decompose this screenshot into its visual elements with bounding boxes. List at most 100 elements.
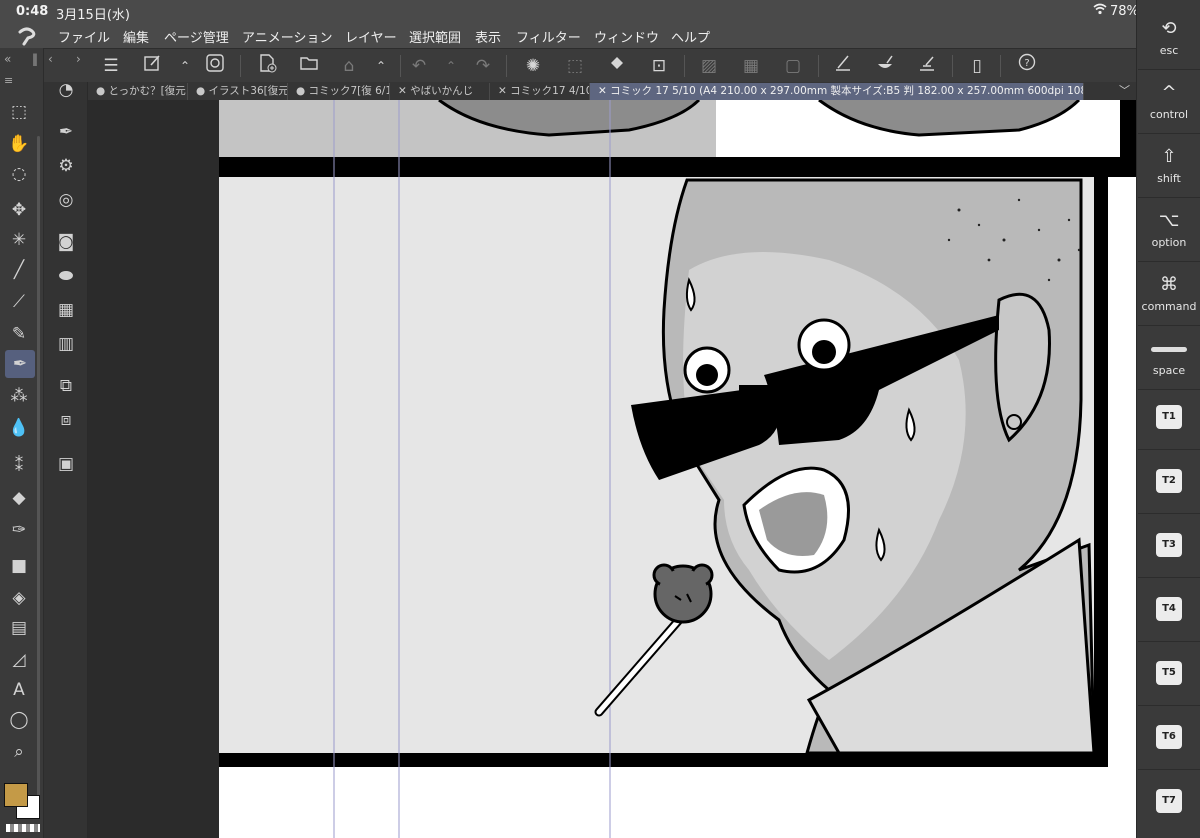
- eyedropper-icon[interactable]: ⟋: [4, 288, 34, 316]
- open-folder-icon[interactable]: [296, 53, 322, 79]
- help-bubble-icon[interactable]: ?: [1014, 53, 1040, 79]
- text-tool-icon[interactable]: A: [4, 676, 34, 704]
- spray-icon[interactable]: ⁂: [4, 382, 34, 410]
- magic-wand-icon[interactable]: ✳: [4, 226, 34, 254]
- new-canvas-icon[interactable]: [140, 53, 166, 79]
- pen-tool-icon[interactable]: ✒: [5, 350, 35, 378]
- t5-key[interactable]: T5: [1156, 661, 1182, 685]
- tab-doc-active[interactable]: ✕ コミック 17 5/10 (A4 210.00 x 297.00mm 製本サ…: [590, 83, 1084, 100]
- menu-help[interactable]: ヘルプ: [671, 27, 710, 46]
- gradient-icon[interactable]: ■: [4, 552, 34, 580]
- hamburger-menu-icon[interactable]: ☰: [98, 53, 124, 79]
- t7-key[interactable]: T7: [1156, 789, 1182, 813]
- updown-chevron-icon[interactable]: ⌃: [368, 53, 394, 79]
- new-file-icon[interactable]: [254, 53, 280, 79]
- grip-icon[interactable]: ‖: [32, 52, 38, 66]
- updown-chevron-icon[interactable]: ⌃: [438, 53, 464, 79]
- expand-right-icon[interactable]: ›: [76, 52, 81, 66]
- eraser-icon[interactable]: ◆: [4, 484, 34, 512]
- menu-layer[interactable]: レイヤー: [345, 27, 397, 46]
- t3-key[interactable]: T3: [1156, 533, 1182, 557]
- fill-icon[interactable]: ◈: [4, 584, 34, 612]
- balloon-icon[interactable]: ◯: [4, 706, 34, 734]
- tab-overflow-chevron-icon[interactable]: ﹀: [1119, 82, 1130, 98]
- command-key[interactable]: ⌘ command: [1138, 264, 1200, 326]
- menu-selection[interactable]: 選択範囲: [409, 27, 461, 46]
- menu-filter[interactable]: フィルター: [516, 27, 581, 46]
- vector-pen-icon[interactable]: ✑: [4, 516, 34, 544]
- t6-key[interactable]: T6: [1156, 725, 1182, 749]
- pen-settings-icon[interactable]: ⚙: [51, 152, 81, 180]
- brush-bowl-icon[interactable]: [872, 53, 898, 79]
- undo-circle-icon: ⟲: [1161, 18, 1177, 39]
- color-set-icon[interactable]: ▦: [51, 296, 81, 324]
- select-all-icon[interactable]: ⬚: [562, 53, 588, 79]
- material-icon[interactable]: ▣: [51, 450, 81, 478]
- blend-icon[interactable]: 💧: [4, 414, 34, 442]
- save-cloud-icon[interactable]: ⌂: [336, 53, 362, 79]
- device-icon[interactable]: ▯: [964, 53, 990, 79]
- divider: [240, 55, 241, 77]
- divider: [818, 55, 819, 77]
- invert-selection-icon[interactable]: ▦: [738, 53, 764, 79]
- menu-window[interactable]: ウィンドウ: [594, 27, 659, 46]
- collapse-left-icon[interactable]: «: [4, 52, 11, 66]
- ruler-icon[interactable]: ◿: [4, 646, 34, 674]
- updown-chevron-icon[interactable]: ⌃: [172, 53, 198, 79]
- clear-selection-icon[interactable]: ▨: [696, 53, 722, 79]
- transparent-color-swatch[interactable]: [6, 824, 40, 832]
- menu-file[interactable]: ファイル: [58, 27, 110, 46]
- canvas-area[interactable]: [88, 100, 1136, 838]
- palette-menu-icon[interactable]: ≡: [4, 74, 13, 87]
- shift-key[interactable]: ⇧ shift: [1138, 136, 1200, 198]
- option-key[interactable]: ⌥ option: [1138, 200, 1200, 262]
- move-tool-icon[interactable]: ✥: [4, 196, 34, 224]
- t4-key[interactable]: T4: [1156, 597, 1182, 621]
- lasso-tool-icon[interactable]: ◌: [4, 160, 34, 188]
- menu-view[interactable]: 表示: [475, 27, 501, 46]
- status-time: 0:48: [16, 4, 49, 19]
- esc-key[interactable]: ⟲ esc: [1138, 8, 1200, 70]
- tab-doc-3[interactable]: ● コミック7[復 6/12: [288, 83, 390, 100]
- space-key[interactable]: space: [1138, 328, 1200, 390]
- redo-icon[interactable]: ↷: [470, 53, 496, 79]
- expand-left-icon[interactable]: ‹: [48, 52, 53, 66]
- tab-doc-1[interactable]: ● とっかむ？[復元: [88, 83, 188, 100]
- color-circle-icon[interactable]: ◙: [51, 228, 81, 256]
- layer-property-icon[interactable]: ⧉: [51, 372, 81, 400]
- hand-tool-icon[interactable]: ✋: [4, 130, 34, 158]
- loading-icon[interactable]: ✺: [520, 53, 546, 79]
- color-mix-icon[interactable]: ⬬: [51, 262, 81, 290]
- comic-page[interactable]: [219, 100, 1136, 838]
- fill-bucket-icon[interactable]: [604, 53, 630, 79]
- pen-subtool-icon[interactable]: ✒: [51, 118, 81, 146]
- selection-border-icon[interactable]: ▢: [780, 53, 806, 79]
- select-tool-icon[interactable]: ⬚: [4, 98, 34, 126]
- line-icon[interactable]: ╱: [4, 256, 34, 284]
- layers-icon[interactable]: ⧈: [51, 406, 81, 434]
- t2-key[interactable]: T2: [1156, 469, 1182, 493]
- foreground-color-swatch[interactable]: [4, 783, 28, 807]
- tab-doc-4[interactable]: ✕ やばいかんじ: [390, 83, 490, 100]
- menu-page-management[interactable]: ページ管理: [164, 27, 229, 46]
- frame-icon[interactable]: ▤: [4, 614, 34, 642]
- menu-animation[interactable]: アニメーション: [242, 27, 332, 46]
- undo-icon[interactable]: ↶: [406, 53, 432, 79]
- timeline-icon[interactable]: ▥: [51, 330, 81, 358]
- control-key[interactable]: ^ control: [1138, 72, 1200, 134]
- tab-doc-5[interactable]: ✕ コミック17 4/10: [490, 83, 590, 100]
- pencil-icon[interactable]: ✎: [4, 320, 34, 348]
- t1-key[interactable]: T1: [1156, 405, 1182, 429]
- navigator-icon[interactable]: ◔: [51, 76, 81, 104]
- zoom-icon[interactable]: ⌕: [4, 738, 34, 766]
- line-tool-icon[interactable]: [914, 53, 940, 79]
- crop-icon[interactable]: ⊡: [646, 53, 672, 79]
- menu-edit[interactable]: 編集: [123, 27, 149, 46]
- palette-scrollbar[interactable]: [37, 136, 40, 796]
- tab-doc-2[interactable]: ● イラスト36[復元: [188, 83, 288, 100]
- ruler-pen-icon[interactable]: [830, 53, 856, 79]
- wifi-icon: [1093, 3, 1107, 19]
- decoration-icon[interactable]: ⁑: [4, 452, 34, 480]
- pen-stabilizer-icon[interactable]: ◎: [51, 186, 81, 214]
- transform-icon[interactable]: [202, 53, 228, 79]
